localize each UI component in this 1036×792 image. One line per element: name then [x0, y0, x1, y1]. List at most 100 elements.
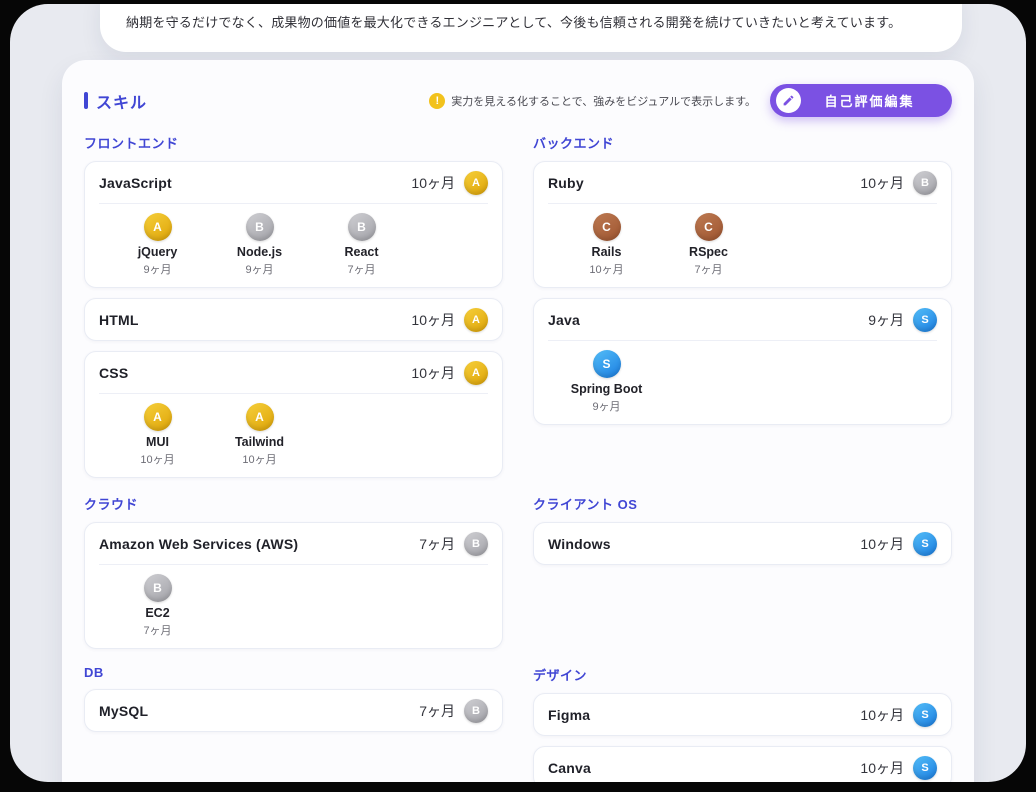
sub-skill-name: RSpec: [689, 245, 728, 259]
skill-duration: 9ヶ月: [868, 310, 904, 330]
skill-row: HTML 10ヶ月 A: [99, 299, 488, 340]
skill-card: CSS10ヶ月AAMUI10ヶ月ATailwind10ヶ月: [84, 351, 503, 478]
sub-skill-duration: 9ヶ月: [143, 261, 171, 277]
skill-card: JavaScript10ヶ月AAjQuery9ヶ月BNode.js9ヶ月BRea…: [84, 161, 503, 288]
visibility-note: ! 実力を見える化することで、強みをビジュアルで表示します。: [429, 93, 756, 109]
skill-card: Figma 10ヶ月 S: [533, 693, 952, 736]
skill-row: Canva10ヶ月S: [548, 747, 937, 782]
skill-rating: 10ヶ月 A: [411, 361, 488, 385]
skill-row: Amazon Web Services (AWS) 7ヶ月B: [99, 523, 488, 564]
skill-duration: 10ヶ月: [411, 173, 455, 193]
skill-duration: 10ヶ月: [860, 705, 904, 725]
sub-skill-list: BEC27ヶ月: [99, 564, 488, 648]
sub-skill: BEC27ヶ月: [109, 574, 206, 638]
skill-category: クラウドAmazon Web Services (AWS)7ヶ月BBEC27ヶ月: [84, 494, 503, 649]
rank-badge-s: S: [913, 308, 937, 332]
skill-name: Windows: [548, 536, 611, 552]
sub-skill-list: AjQuery9ヶ月BNode.js9ヶ月BReact7ヶ月: [99, 203, 488, 287]
pencil-icon: [776, 88, 801, 113]
skill-row: Java 9ヶ月 S: [548, 299, 937, 340]
sub-skill: AjQuery9ヶ月: [109, 213, 206, 277]
rank-badge-a: A: [464, 361, 488, 385]
skill-card-list: MySQL7ヶ月B: [84, 689, 503, 732]
skill-card-list: Ruby10ヶ月BCRails10ヶ月CRSpec7ヶ月Java9ヶ月SSSpr…: [533, 161, 952, 425]
skill-duration: 7ヶ月: [419, 701, 455, 721]
skill-name: JavaScript: [99, 175, 172, 191]
skill-duration: 10ヶ月: [860, 534, 904, 554]
skill-category: バックエンドRuby10ヶ月BCRails10ヶ月CRSpec7ヶ月Java9ヶ…: [533, 133, 952, 478]
skill-rating: 7ヶ月 B: [419, 699, 488, 723]
skill-rating: 10ヶ月S: [860, 756, 937, 780]
skill-rating: 7ヶ月B: [419, 532, 488, 556]
skill-category: デザインFigma10ヶ月SCanva10ヶ月S: [533, 665, 952, 782]
skill-duration: 10ヶ月: [860, 173, 904, 193]
skill-card-list: Amazon Web Services (AWS)7ヶ月BBEC27ヶ月: [84, 522, 503, 649]
skill-duration: 10ヶ月: [860, 758, 904, 778]
skill-duration: 10ヶ月: [411, 363, 455, 383]
sub-skill-duration: 7ヶ月: [347, 261, 375, 277]
note-text: 実力を見える化することで、強みをビジュアルで表示します。: [451, 93, 756, 109]
skill-card-list: Windows 10ヶ月S: [533, 522, 952, 565]
skill-rating: 10ヶ月S: [860, 532, 937, 556]
sub-skill-name: EC2: [145, 606, 169, 620]
sub-skill-duration: 10ヶ月: [242, 451, 276, 467]
skill-card: Windows 10ヶ月S: [533, 522, 952, 565]
skills-header: スキル ! 実力を見える化することで、強みをビジュアルで表示します。 自己評価編…: [84, 84, 952, 117]
self-evaluation-edit-button[interactable]: 自己評価編集: [770, 84, 952, 117]
intro-card: 納期を守るだけでなく、成果物の価値を最大化できるエンジニアとして、今後も信頼され…: [100, 4, 962, 52]
skill-groups-grid: フロントエンドJavaScript10ヶ月AAjQuery9ヶ月BNode.js…: [84, 133, 952, 782]
rank-badge-b: B: [464, 699, 488, 723]
exclamation-icon: !: [429, 93, 445, 109]
skill-duration: 10ヶ月: [411, 310, 455, 330]
sub-skill-duration: 7ヶ月: [694, 261, 722, 277]
rank-badge-a: A: [464, 308, 488, 332]
sub-skill-name: jQuery: [138, 245, 178, 259]
sub-skill: ATailwind10ヶ月: [211, 403, 308, 467]
rank-badge-b: B: [144, 574, 172, 602]
sub-skill-list: CRails10ヶ月CRSpec7ヶ月: [548, 203, 937, 287]
rank-badge-s: S: [913, 703, 937, 727]
sub-skill: C RSpec 7ヶ月: [660, 213, 757, 277]
rank-badge-c: C: [593, 213, 621, 241]
skill-row: CSS10ヶ月A: [99, 352, 488, 393]
skill-row: Figma 10ヶ月 S: [548, 694, 937, 735]
skill-rating: 10ヶ月 A: [411, 308, 488, 332]
skill-name: Amazon Web Services (AWS): [99, 536, 298, 552]
sub-skill-duration: 10ヶ月: [589, 261, 623, 277]
skill-category-label: フロントエンド: [84, 133, 503, 152]
skill-rating: 10ヶ月 S: [860, 703, 937, 727]
edit-button-label: 自己評価編集: [801, 91, 946, 110]
skill-row: Windows 10ヶ月S: [548, 523, 937, 564]
sub-skill-name: Tailwind: [235, 435, 284, 449]
skill-card-list: JavaScript10ヶ月AAjQuery9ヶ月BNode.js9ヶ月BRea…: [84, 161, 503, 478]
skill-row: Ruby 10ヶ月 B: [548, 162, 937, 203]
sub-skill-duration: 10ヶ月: [140, 451, 174, 467]
skill-category: フロントエンドJavaScript10ヶ月AAjQuery9ヶ月BNode.js…: [84, 133, 503, 478]
skill-rating: 9ヶ月 S: [868, 308, 937, 332]
sub-skill-duration: 9ヶ月: [592, 398, 620, 414]
rank-badge-c: C: [695, 213, 723, 241]
skill-name: Figma: [548, 707, 590, 723]
skill-category: クライアント OSWindows10ヶ月S: [533, 494, 952, 649]
intro-text: 納期を守るだけでなく、成果物の価値を最大化できるエンジニアとして、今後も信頼され…: [126, 12, 936, 31]
skill-row: MySQL7ヶ月B: [99, 690, 488, 731]
rank-badge-b: B: [913, 171, 937, 195]
skill-card: Ruby10ヶ月BCRails10ヶ月CRSpec7ヶ月: [533, 161, 952, 288]
rank-badge-b: B: [464, 532, 488, 556]
skill-row: JavaScript 10ヶ月A: [99, 162, 488, 203]
rank-badge-s: S: [593, 350, 621, 378]
sub-skill-name: React: [344, 245, 378, 259]
skill-card-list: Figma 10ヶ月 S Canva10ヶ月S: [533, 693, 952, 782]
skill-category: DBMySQL7ヶ月B: [84, 665, 503, 782]
sub-skill: SSpring Boot9ヶ月: [558, 350, 655, 414]
skill-name: Ruby: [548, 175, 584, 191]
skill-card: MySQL7ヶ月B: [84, 689, 503, 732]
skill-card: HTML 10ヶ月 A: [84, 298, 503, 341]
skill-rating: 10ヶ月 B: [860, 171, 937, 195]
skill-name: HTML: [99, 312, 139, 328]
rank-badge-b: B: [246, 213, 274, 241]
sub-skill-name: Node.js: [237, 245, 282, 259]
skill-rating: 10ヶ月A: [411, 171, 488, 195]
sub-skill: CRails10ヶ月: [558, 213, 655, 277]
skill-name: Java: [548, 312, 580, 328]
